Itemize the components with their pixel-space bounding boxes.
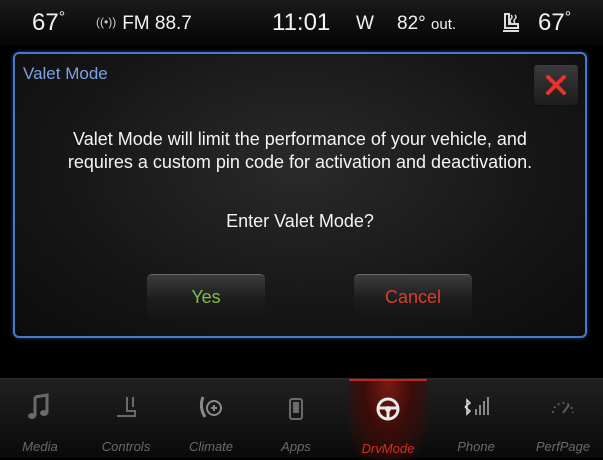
dialog-title: Valet Mode xyxy=(23,64,108,83)
driver-temp-value: 67 xyxy=(32,9,59,36)
close-button[interactable] xyxy=(533,64,579,106)
seat-icon xyxy=(90,393,162,423)
nav-label-controls: Controls xyxy=(101,439,151,454)
nav-label-perfpage: PerfPage xyxy=(535,439,591,454)
passenger-temp-value: 67 xyxy=(538,9,565,36)
valet-mode-dialog: Valet Mode Valet Mode will limit the per… xyxy=(13,52,587,338)
nav-item-drvmode[interactable]: DrvMode xyxy=(349,379,427,460)
driver-temp[interactable]: 67° xyxy=(32,9,65,37)
outside-temp-label: out. xyxy=(431,16,457,33)
dialog-message-line1: Valet Mode will limit the performance of… xyxy=(73,129,527,149)
seat-heat-icon[interactable] xyxy=(499,11,523,35)
cancel-button-label: Cancel xyxy=(384,287,442,307)
cancel-button[interactable]: Cancel xyxy=(354,274,472,320)
outside-temp-value: 82° xyxy=(397,13,426,34)
nav-item-apps[interactable]: Apps xyxy=(260,379,332,458)
radio-status[interactable]: ((•)) FM 88.7 xyxy=(96,13,192,35)
passenger-temp-degree: ° xyxy=(564,9,572,26)
radio-antenna-icon: ((•)) xyxy=(96,15,117,29)
driver-temp-degree: ° xyxy=(58,9,66,26)
passenger-temp[interactable]: 67° xyxy=(538,9,571,37)
outside-temp: 82° out. xyxy=(397,13,456,35)
nav-label-climate: Climate xyxy=(188,439,234,454)
nav-item-media[interactable]: Media xyxy=(4,379,76,458)
nav-item-perfpage[interactable]: PerfPage xyxy=(527,379,599,458)
bottom-nav: Media Controls Climate Apps DrvMode Phon… xyxy=(0,378,603,460)
nav-label-phone: Phone xyxy=(457,439,495,454)
yes-button[interactable]: Yes xyxy=(147,274,265,320)
compass-heading: W xyxy=(356,13,374,34)
dialog-message-line2: requires a custom pin code for activatio… xyxy=(67,152,533,172)
dialog-question: Enter Valet Mode? xyxy=(226,211,374,231)
steering-wheel-icon xyxy=(349,395,427,425)
apps-icon xyxy=(260,393,332,423)
yes-button-label: Yes xyxy=(191,287,221,307)
close-x-icon xyxy=(545,74,567,96)
status-bar: 67° ((•)) FM 88.7 11:01 W 82° out. 67° xyxy=(0,0,603,46)
nav-label-media: Media xyxy=(22,439,58,454)
nav-item-phone[interactable]: Phone xyxy=(440,379,512,458)
gauge-icon xyxy=(527,393,599,423)
nav-item-controls[interactable]: Controls xyxy=(90,379,162,458)
dialog-message: Valet Mode will limit the performance of… xyxy=(15,128,585,174)
clock: 11:01 xyxy=(272,9,331,36)
nav-item-climate[interactable]: Climate xyxy=(175,379,247,458)
radio-station: FM 88.7 xyxy=(122,13,192,34)
nav-label-apps: Apps xyxy=(281,439,311,454)
climate-icon xyxy=(175,393,247,423)
nav-label-drvmode: DrvMode xyxy=(361,441,415,456)
phone-signal-icon xyxy=(440,393,512,423)
music-note-icon xyxy=(4,393,76,423)
